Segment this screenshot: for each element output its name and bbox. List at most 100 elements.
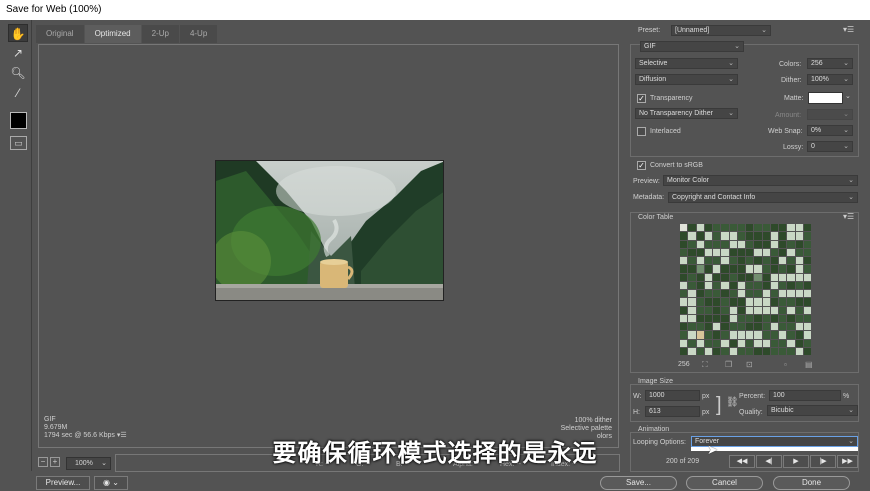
color-swatch[interactable] [713,306,721,314]
color-swatch[interactable] [795,257,803,265]
color-swatch[interactable] [713,240,721,248]
color-swatch[interactable] [721,265,729,273]
color-swatch[interactable] [729,306,737,314]
color-swatch[interactable] [746,248,754,256]
color-swatch[interactable] [704,298,712,306]
color-swatch[interactable] [737,306,745,314]
color-swatch[interactable] [696,298,704,306]
slice-select-tool-icon[interactable]: ↗ [8,44,28,62]
color-swatch[interactable] [729,224,737,232]
color-swatch[interactable] [696,265,704,273]
color-swatch[interactable] [713,323,721,331]
tab-2-up[interactable]: 2-Up [141,25,179,43]
color-swatch[interactable] [803,240,811,248]
zoom-tool-icon[interactable]: 🔍︎ [8,64,28,82]
color-swatch[interactable] [787,339,795,347]
color-swatch[interactable] [762,248,770,256]
color-swatch[interactable] [795,232,803,240]
color-swatch[interactable] [737,281,745,289]
color-swatch[interactable] [803,331,811,339]
color-swatch[interactable] [787,314,795,322]
color-swatch[interactable] [803,298,811,306]
color-swatch[interactable] [803,273,811,281]
color-swatch[interactable] [754,257,762,265]
color-swatch[interactable] [688,339,696,347]
color-swatch[interactable] [787,347,795,355]
color-swatch[interactable] [696,323,704,331]
color-swatch[interactable] [795,265,803,273]
color-swatch[interactable] [680,331,688,339]
color-swatch[interactable] [737,339,745,347]
lossy-field[interactable]: 0 ⌄ [807,141,853,152]
color-swatch[interactable] [779,290,787,298]
color-swatch[interactable] [795,331,803,339]
color-swatch[interactable] [729,281,737,289]
height-field[interactable]: 613 [645,406,700,417]
color-swatch[interactable] [803,248,811,256]
color-swatch[interactable] [762,240,770,248]
color-swatch[interactable] [779,248,787,256]
color-swatch[interactable] [696,273,704,281]
color-swatch[interactable] [729,323,737,331]
color-swatch[interactable] [680,257,688,265]
color-swatch[interactable] [762,323,770,331]
color-swatch[interactable] [754,347,762,355]
color-swatch[interactable] [770,290,778,298]
color-swatch[interactable] [704,331,712,339]
color-swatch[interactable] [762,339,770,347]
color-swatch[interactable] [779,314,787,322]
color-swatch[interactable] [746,232,754,240]
color-reduction-select[interactable]: Selective ⌄ [635,58,738,69]
color-swatch[interactable] [746,290,754,298]
percent-field[interactable]: 100 [769,390,841,401]
color-swatch[interactable] [721,248,729,256]
color-table-grid[interactable] [680,224,811,355]
color-swatch[interactable] [688,273,696,281]
color-swatch[interactable] [680,290,688,298]
color-swatch[interactable] [787,265,795,273]
color-swatch[interactable] [729,347,737,355]
dither-amount-field[interactable]: 100% ⌄ [807,74,853,85]
color-swatch[interactable] [803,347,811,355]
color-swatch[interactable] [787,290,795,298]
color-swatch[interactable] [787,232,795,240]
color-swatch[interactable] [746,298,754,306]
color-swatch[interactable] [795,273,803,281]
eyedropper-tool-icon[interactable]: ⁄ [8,84,28,102]
color-swatch[interactable] [762,257,770,265]
color-swatch[interactable] [696,281,704,289]
color-swatch[interactable] [721,323,729,331]
color-swatch[interactable] [737,290,745,298]
color-swatch[interactable] [770,232,778,240]
color-swatch[interactable] [770,273,778,281]
color-swatch[interactable] [762,281,770,289]
color-swatch[interactable] [696,339,704,347]
color-swatch[interactable] [704,314,712,322]
color-swatch[interactable] [696,240,704,248]
color-swatch[interactable] [779,306,787,314]
color-swatch[interactable] [704,290,712,298]
color-swatch[interactable] [704,323,712,331]
color-swatch[interactable] [680,347,688,355]
color-swatch[interactable] [779,265,787,273]
quality-select[interactable]: Bicubic ⌄ [767,405,858,416]
color-swatch[interactable] [680,273,688,281]
color-swatch[interactable] [746,347,754,355]
color-swatch[interactable] [688,314,696,322]
color-swatch[interactable] [688,265,696,273]
color-swatch[interactable] [779,240,787,248]
color-swatch[interactable] [754,240,762,248]
color-swatch[interactable] [746,281,754,289]
color-swatch[interactable] [803,323,811,331]
websnap-field[interactable]: 0% ⌄ [807,125,853,136]
color-swatch[interactable] [704,257,712,265]
color-swatch[interactable] [713,281,721,289]
color-swatch[interactable] [680,265,688,273]
color-swatch[interactable] [704,273,712,281]
color-swatch[interactable] [729,331,737,339]
color-swatch[interactable] [787,298,795,306]
color-swatch[interactable] [737,257,745,265]
color-swatch[interactable] [762,265,770,273]
color-swatch[interactable] [737,323,745,331]
color-swatch[interactable] [762,290,770,298]
